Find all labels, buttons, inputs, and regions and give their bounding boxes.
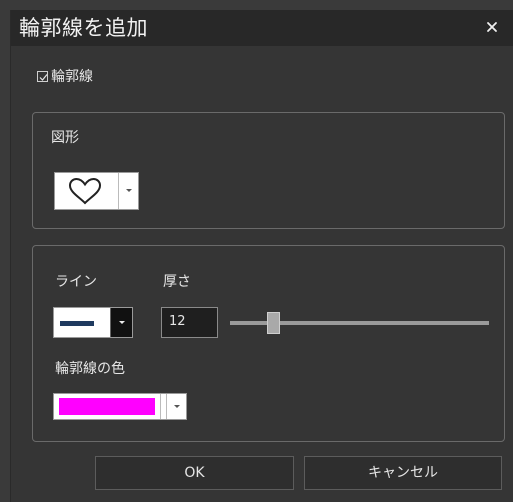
- shape-group: 図形: [32, 112, 505, 229]
- outline-checkbox-label: 輪郭線: [51, 69, 93, 85]
- chevron-down-icon: [126, 189, 132, 192]
- color-swatch: [59, 398, 155, 415]
- line-style-dropdown-arrow[interactable]: [110, 308, 132, 337]
- thickness-input[interactable]: 12: [161, 307, 218, 338]
- chevron-down-icon: [119, 321, 125, 324]
- line-label: ライン: [55, 274, 97, 290]
- title-bar: 輪郭線を追加: [11, 10, 513, 46]
- shape-label: 図形: [51, 130, 79, 146]
- outline-color-label: 輪郭線の色: [55, 361, 125, 377]
- checkmark-icon: [39, 73, 48, 81]
- checkbox-box[interactable]: [37, 70, 48, 82]
- thickness-slider[interactable]: [230, 312, 489, 334]
- outline-color-dropdown[interactable]: [53, 393, 187, 420]
- dialog-title: 輪郭線を追加: [19, 16, 148, 40]
- add-outline-dialog: 輪郭線を追加 輪郭線 図形 ライン 厚さ 輪郭線の色 12 OK キャンセル: [10, 10, 513, 502]
- line-style-preview: [60, 321, 94, 326]
- chevron-down-icon: [174, 405, 180, 408]
- cancel-button[interactable]: キャンセル: [304, 456, 502, 490]
- thickness-label: 厚さ: [163, 274, 191, 290]
- outline-color-dropdown-arrow[interactable]: [166, 394, 186, 419]
- outline-checkbox[interactable]: 輪郭線: [37, 66, 93, 86]
- close-icon[interactable]: [484, 19, 500, 35]
- shape-dropdown[interactable]: [54, 172, 139, 210]
- line-style-dropdown[interactable]: [53, 307, 133, 338]
- ok-button[interactable]: OK: [95, 456, 294, 490]
- shape-dropdown-arrow[interactable]: [118, 173, 138, 209]
- slider-thumb[interactable]: [267, 312, 280, 334]
- heart-icon: [68, 177, 102, 205]
